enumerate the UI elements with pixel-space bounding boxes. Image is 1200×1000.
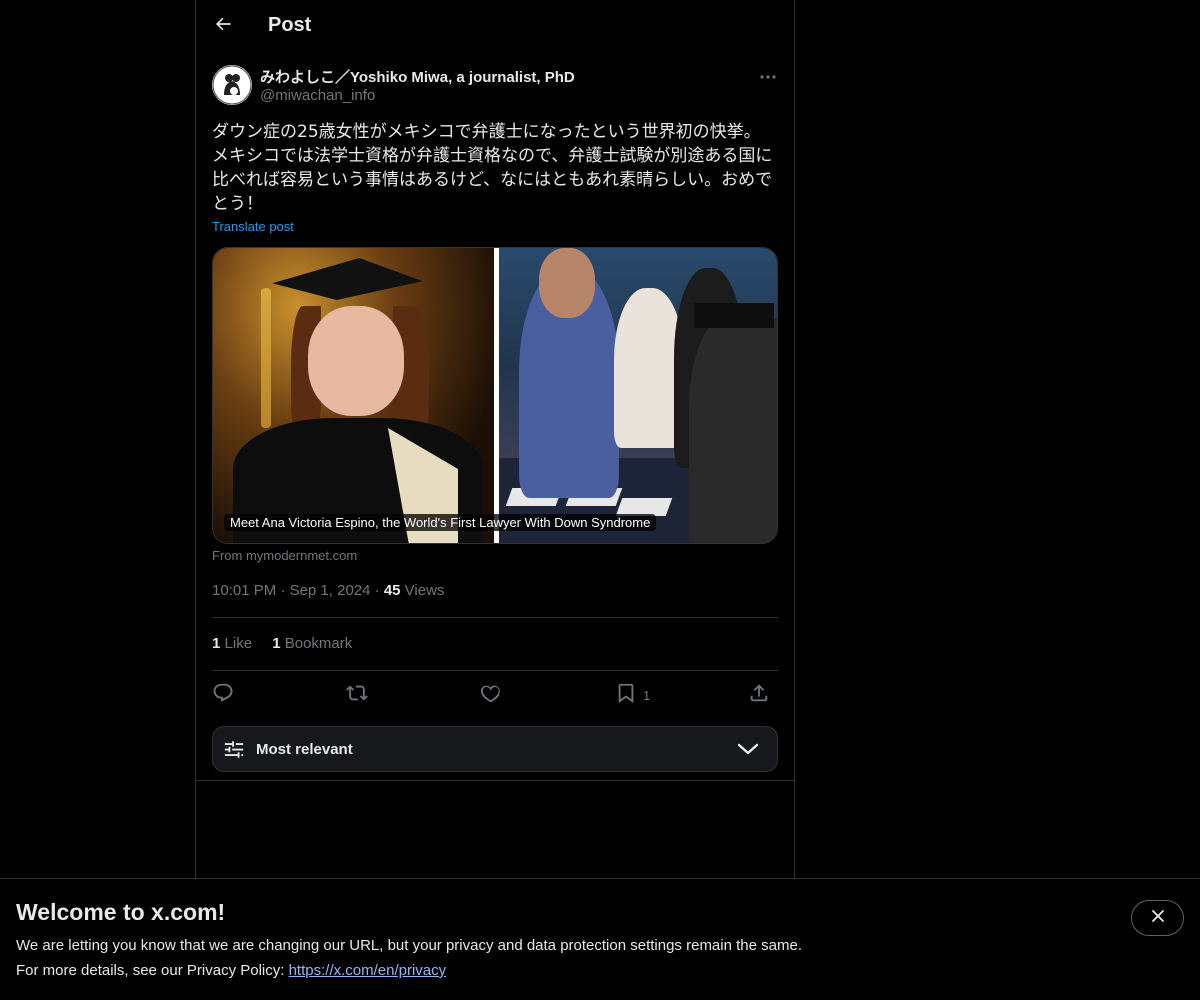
post-text-line: とう！ [212, 194, 263, 214]
arrow-left-icon [213, 14, 233, 39]
likes-stat[interactable]: 1 Like [212, 635, 252, 652]
graduate-portrait-image [213, 248, 494, 543]
post-text-line: メキシコでは法学士資格が弁護士資格なので、弁護士試験が別途ある国に [212, 146, 773, 166]
divider [196, 780, 794, 781]
bookmarks-stat[interactable]: 1 Bookmark [272, 635, 352, 652]
post-time[interactable]: 10:01 PM [212, 582, 276, 599]
media-caption: Meet Ana Victoria Espino, the World's Fi… [224, 514, 657, 531]
diploma-ceremony-image [499, 248, 777, 543]
sliders-icon [223, 739, 245, 766]
link-source[interactable]: From mymodernmet.com [212, 548, 357, 563]
reply-button[interactable] [212, 683, 234, 707]
views-label: Views [404, 582, 445, 599]
engagement-stats: 1 Like 1 Bookmark [212, 635, 368, 652]
post-text-line: 比べれば容易という事情はあるけど、なにはともあれ素晴らしい。おめで [212, 170, 773, 190]
more-dots-icon [760, 66, 776, 84]
post-text-line: ダウン症の25歳女性がメキシコで弁護士になったという世界初の快挙。 [212, 122, 761, 142]
translate-post-link[interactable]: Translate post [212, 219, 294, 234]
post-date[interactable]: Sep 1, 2024 [290, 582, 371, 599]
more-options-button[interactable] [758, 65, 778, 85]
main-column: Post みわよしこ／Yoshiko Miwa, a journalist, P… [195, 0, 795, 878]
chevron-down-icon [737, 741, 759, 762]
replies-sort-dropdown[interactable]: Most relevant [212, 726, 778, 772]
bookmark-count: 1 [643, 687, 651, 703]
banner-title: Welcome to x.com! [16, 899, 226, 925]
heart-icon [480, 682, 502, 709]
banner-privacy-line: For more details, see our Privacy Policy… [16, 962, 447, 979]
bookmark-button[interactable]: 1 [615, 683, 650, 707]
banner-message: We are letting you know that we are chan… [16, 937, 802, 954]
avatar[interactable] [212, 65, 252, 105]
privacy-policy-link[interactable]: https://x.com/en/privacy [289, 962, 447, 979]
action-bar: 1 [212, 683, 778, 707]
close-icon [1151, 909, 1165, 928]
divider [212, 617, 778, 618]
views-count: 45 [383, 582, 401, 599]
top-bar: Post [196, 0, 794, 53]
like-button[interactable] [480, 683, 502, 707]
author-handle[interactable]: @miwachan_info [260, 87, 375, 104]
divider [212, 670, 778, 671]
link-card-media[interactable]: Meet Ana Victoria Espino, the World's Fi… [212, 247, 778, 544]
back-button[interactable] [208, 11, 238, 41]
welcome-banner: Welcome to x.com! We are letting you kno… [0, 878, 1200, 1000]
repost-button[interactable] [346, 683, 368, 707]
reply-icon [212, 682, 234, 709]
bookmark-icon [615, 682, 637, 709]
post-text: ダウン症の25歳女性がメキシコで弁護士になったという世界初の快挙。 メキシコでは… [212, 120, 778, 216]
repost-icon [346, 682, 368, 709]
sort-label: Most relevant [256, 741, 353, 758]
close-banner-button[interactable] [1131, 900, 1184, 936]
author-display-name[interactable]: みわよしこ／Yoshiko Miwa, a journalist, PhD [260, 66, 575, 87]
page-title: Post [268, 14, 312, 36]
share-button[interactable] [748, 683, 770, 707]
post-meta: 10:01 PM · Sep 1, 2024 · 45 Views [212, 582, 445, 599]
share-icon [748, 682, 770, 709]
author-row: みわよしこ／Yoshiko Miwa, a journalist, PhD @m… [212, 65, 778, 107]
